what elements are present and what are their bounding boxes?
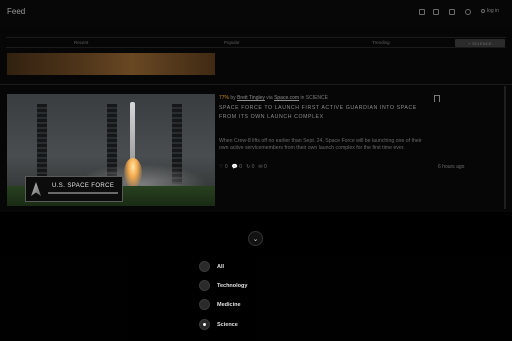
chevron-down-icon[interactable]: ⌄ <box>248 231 263 246</box>
launch-tower <box>37 104 47 184</box>
space-force-sign: U.S. SPACE FORCE <box>25 176 123 202</box>
previous-article-thumbnail[interactable] <box>7 53 215 75</box>
panel-icon[interactable] <box>419 9 425 15</box>
info-icon[interactable] <box>465 9 471 15</box>
scrollbar[interactable] <box>504 86 506 209</box>
article-meta: 77% by Brett Tingley via Space.com in SC… <box>219 95 328 101</box>
message-button[interactable]: ✉ 0 <box>258 164 266 170</box>
source-link[interactable]: Space.com <box>274 95 299 101</box>
category-button[interactable]: + SCIENCE <box>455 39 505 47</box>
bell-icon[interactable] <box>449 9 455 15</box>
comment-button[interactable]: 💬 0 <box>232 164 242 170</box>
by-label: by <box>230 95 236 101</box>
rocket-flame <box>124 158 142 188</box>
app-header: Feed log in <box>0 0 512 26</box>
filter-option-label: Science <box>217 321 238 328</box>
bookmark-icon[interactable] <box>434 95 440 102</box>
filter-option-science[interactable]: Science <box>199 319 238 330</box>
filter-option-label: All <box>217 263 225 270</box>
sign-text: U.S. SPACE FORCE <box>52 183 115 189</box>
radio-button[interactable] <box>199 299 210 310</box>
login-label: log in <box>487 8 499 14</box>
tab-recent[interactable]: Recent <box>74 40 88 45</box>
space-force-logo <box>31 182 41 196</box>
user-icon <box>481 9 485 13</box>
share-button[interactable]: ↻ 0 <box>246 164 254 170</box>
article-summary: When Crew-8 lifts off no earlier than Se… <box>219 138 422 151</box>
filter-option-technology[interactable]: Technology <box>199 280 247 291</box>
radio-button-selected[interactable] <box>199 319 210 330</box>
radio-button[interactable] <box>199 261 210 272</box>
tab-trending[interactable]: Trending <box>372 40 390 45</box>
feed-tabs: Recent Popular Trending + SCIENCE <box>6 37 506 48</box>
grid-icon[interactable] <box>433 9 439 15</box>
rocket <box>130 102 135 162</box>
article-headline[interactable]: Space Force to launch first active Guard… <box>219 104 429 122</box>
divider <box>0 84 512 85</box>
category-label[interactable]: in SCIENCE <box>300 95 328 101</box>
filter-option-label: Medicine <box>217 301 241 308</box>
like-button[interactable]: ♡ 0 <box>219 164 228 170</box>
radio-button[interactable] <box>199 280 210 291</box>
article-timestamp: 6 hours ago <box>438 164 465 170</box>
filter-option-all[interactable]: All <box>199 261 224 272</box>
login-button[interactable]: log in <box>481 8 499 14</box>
article-actions: ♡ 0 💬 0 ↻ 0 ✉ 0 <box>219 164 267 170</box>
author-link[interactable]: Brett Tingley <box>237 95 265 101</box>
via-label: via <box>266 95 273 101</box>
filter-option-label: Technology <box>217 282 248 289</box>
relevance-percent: 77% <box>219 95 230 101</box>
page-title: Feed <box>7 7 26 16</box>
article-thumbnail[interactable]: U.S. SPACE FORCE <box>7 94 215 206</box>
tab-popular[interactable]: Popular <box>224 40 240 45</box>
filter-option-medicine[interactable]: Medicine <box>199 299 241 310</box>
